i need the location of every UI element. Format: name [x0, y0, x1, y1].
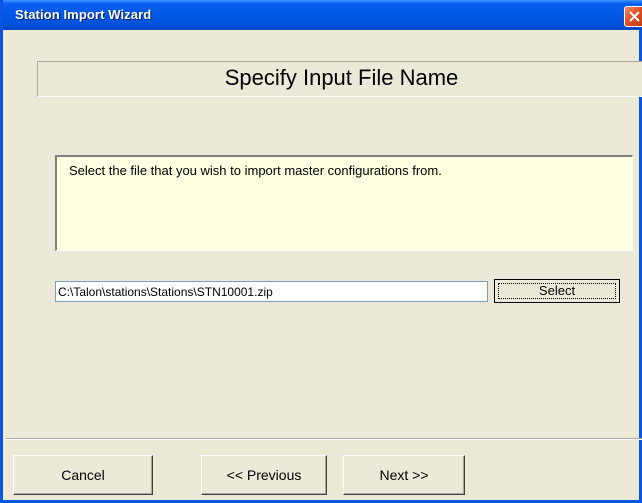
description-panel: Select the file that you wish to import … [55, 155, 633, 251]
window-title: Station Import Wizard [15, 7, 152, 22]
select-file-button[interactable]: Select [494, 279, 620, 303]
file-path-input[interactable] [55, 281, 488, 302]
cancel-button[interactable]: Cancel [13, 455, 153, 495]
close-icon [629, 11, 640, 22]
footer-divider [6, 438, 642, 440]
close-button[interactable] [624, 6, 642, 27]
next-button[interactable]: Next >> [343, 455, 465, 495]
wizard-window: Station Import Wizard Specify Input File… [0, 0, 642, 503]
select-button-label: Select [538, 283, 576, 298]
page-title: Specify Input File Name [224, 65, 459, 90]
header-panel: Specify Input File Name [37, 61, 642, 97]
description-text: Select the file that you wish to import … [69, 163, 442, 178]
previous-button[interactable]: << Previous [201, 455, 327, 495]
title-bar[interactable]: Station Import Wizard [3, 0, 642, 30]
